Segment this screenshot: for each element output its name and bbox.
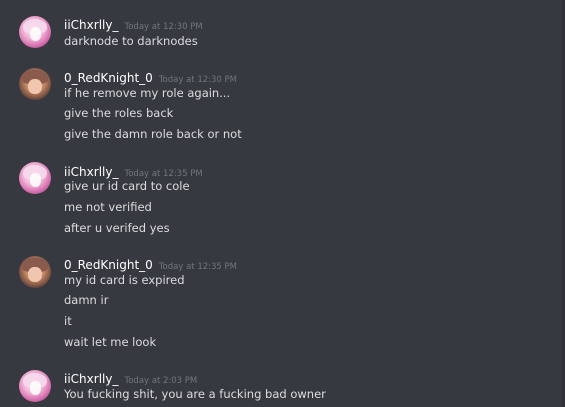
message-text: give the damn role back or not [64, 127, 242, 141]
message-text: damn ir [64, 293, 109, 307]
timestamp: Today at 12:35 PM [124, 169, 203, 179]
avatar-face [30, 173, 41, 187]
message-text: it [64, 314, 72, 328]
message-header: 0_RedKnight_0 Today at 12:35 PM [64, 254, 237, 272]
user-avatar[interactable] [19, 162, 51, 194]
message-header: iiChxrlly_ Today at 2:03 PM [64, 368, 197, 386]
message-header: 0_RedKnight_0 Today at 12:30 PM [64, 67, 237, 85]
username[interactable]: 0_RedKnight_0 [64, 258, 153, 272]
message-header: iiChxrlly_ Today at 12:30 PM [64, 14, 203, 32]
timestamp: Today at 12:30 PM [124, 22, 203, 32]
avatar-face [28, 79, 42, 94]
message-text: give ur id card to cole [64, 179, 190, 193]
message-list[interactable]: iiChxrlly_ Today at 12:30 PM darknode to … [0, 0, 565, 407]
message-text: You fucking shit, you are a fucking bad … [64, 387, 326, 401]
message-text: my id card is expired [64, 273, 185, 287]
username[interactable]: 0_RedKnight_0 [64, 71, 153, 85]
user-avatar[interactable] [19, 370, 51, 402]
message-text: after u verifed yes [64, 221, 170, 235]
avatar-face [30, 27, 41, 41]
timestamp: Today at 2:03 PM [124, 376, 198, 386]
timestamp: Today at 12:35 PM [158, 262, 237, 272]
avatar-face [30, 381, 41, 395]
message-text: wait let me look [64, 335, 157, 349]
message-text: darknode to darknodes [64, 34, 198, 48]
username[interactable]: iiChxrlly_ [64, 165, 118, 179]
user-avatar[interactable] [19, 16, 51, 48]
message-text: me not verified [64, 200, 152, 214]
username[interactable]: iiChxrlly_ [64, 372, 118, 386]
message-header: iiChxrlly_ Today at 12:35 PM [64, 161, 203, 179]
user-avatar[interactable] [19, 68, 51, 100]
message-text: if he remove my role again... [64, 86, 231, 100]
avatar-face [28, 267, 42, 282]
timestamp: Today at 12:30 PM [158, 75, 237, 85]
username[interactable]: iiChxrlly_ [64, 18, 118, 32]
message-text: give the roles back [64, 106, 174, 120]
user-avatar[interactable] [19, 256, 51, 288]
